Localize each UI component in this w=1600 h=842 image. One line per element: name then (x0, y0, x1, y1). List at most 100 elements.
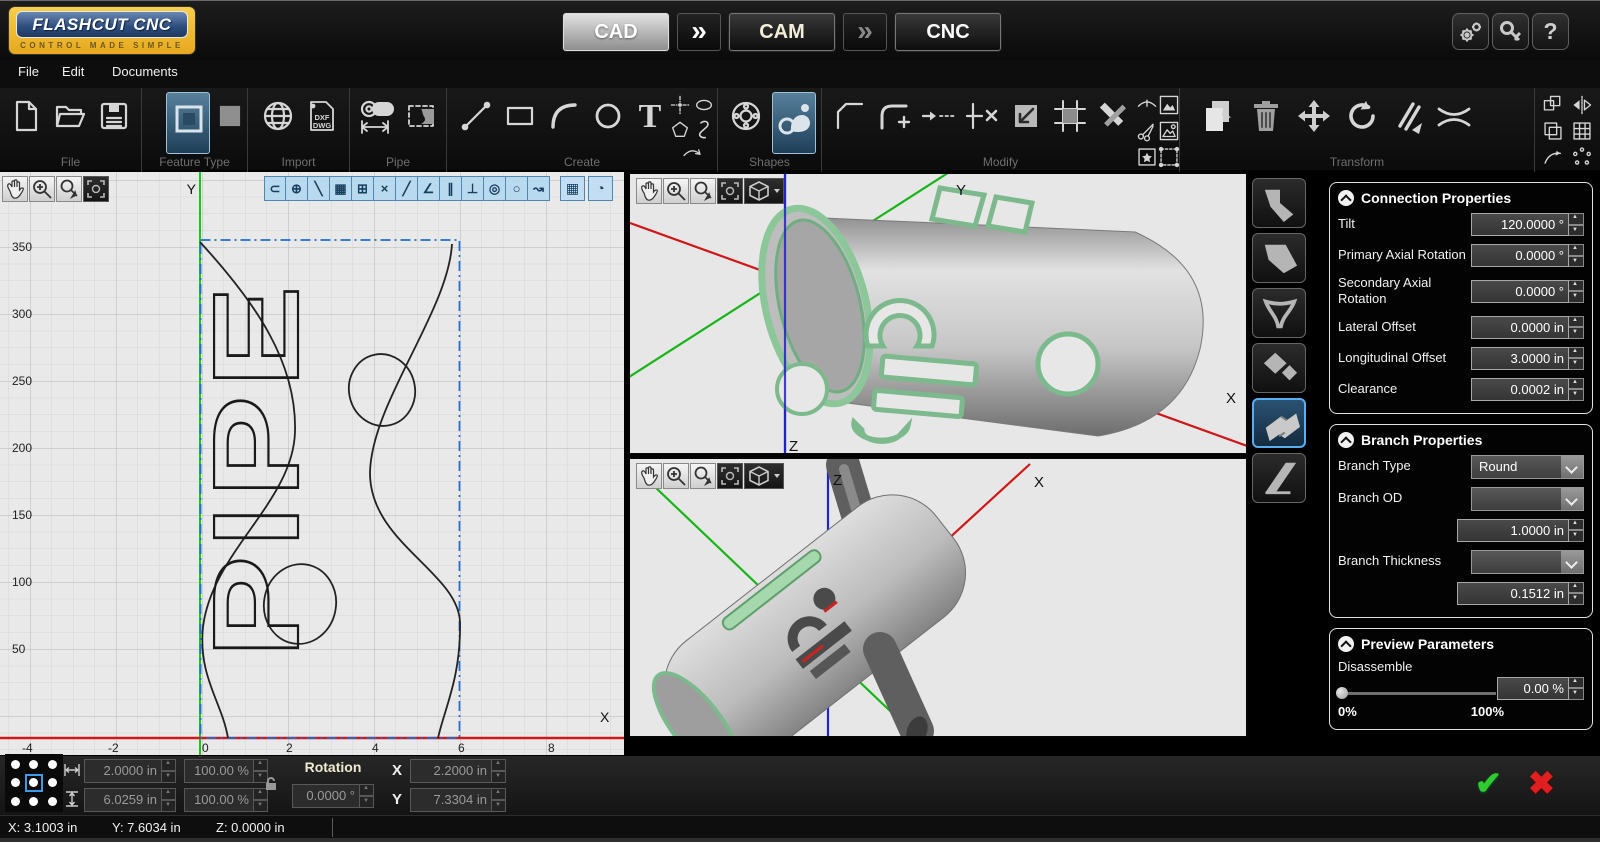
spin-buttons[interactable] (1569, 244, 1584, 267)
pan-tool-button[interactable] (636, 463, 662, 489)
connection-type-saddle-button[interactable] (1252, 288, 1306, 338)
snap-concentric-toggle[interactable]: ◎ (484, 176, 506, 201)
lock-aspect-icon[interactable] (264, 776, 278, 792)
spline-tool-icon[interactable] (693, 118, 715, 140)
move-icon[interactable] (1296, 98, 1332, 134)
spin-down-icon[interactable] (360, 796, 374, 808)
scale-tool-icon[interactable] (1008, 98, 1044, 134)
snap-intersection-toggle[interactable]: × (374, 176, 396, 201)
spin-down-icon[interactable] (254, 800, 268, 812)
cam-to-cnc-chevron-icon[interactable]: » (843, 13, 887, 51)
cnc-stage-button[interactable]: CNC (895, 13, 1001, 51)
tilt-spinner[interactable]: 120.0000 ° (1471, 213, 1584, 236)
snap-grid-plus-toggle[interactable]: ⊞ (352, 176, 374, 201)
spin-buttons[interactable] (1569, 347, 1584, 370)
field-value[interactable]: 0.1512 in (1457, 582, 1569, 605)
pan-tool-button[interactable] (636, 178, 662, 204)
cad-to-cam-chevron-icon[interactable]: » (677, 13, 721, 51)
spin-up-icon[interactable] (1569, 519, 1584, 531)
ellipse-tool-icon[interactable] (693, 94, 715, 116)
extend-tool-icon[interactable] (920, 98, 956, 134)
zoom-options-button[interactable] (690, 178, 716, 204)
text-tool-icon[interactable]: T (632, 98, 668, 134)
field-value[interactable]: 0.0000 ° (292, 784, 360, 808)
field-value[interactable]: 0.0000 ° (1471, 280, 1569, 303)
menu-file[interactable]: File (18, 64, 39, 79)
menu-documents[interactable]: Documents (112, 64, 178, 79)
field-value[interactable]: 3.0000 in (1471, 347, 1569, 370)
spin-buttons[interactable] (492, 788, 506, 812)
snap-nearest-toggle[interactable]: ╱ (396, 176, 418, 201)
field-value[interactable]: 2.0000 in (84, 759, 162, 783)
spin-down-icon[interactable] (162, 800, 176, 812)
disassemble-spinner[interactable]: 0.00 % (1497, 677, 1584, 700)
spin-down-icon[interactable] (492, 800, 506, 812)
field-value[interactable]: 100.00 % (184, 788, 254, 812)
collapse-icon[interactable] (1338, 636, 1354, 652)
rotate-icon[interactable] (1344, 98, 1380, 134)
spin-down-icon[interactable] (1569, 593, 1584, 605)
pipe-joint-shape-button[interactable] (772, 92, 816, 154)
polygon-tool-icon[interactable] (669, 118, 691, 140)
snap-parallel-toggle[interactable]: ∥ (440, 176, 462, 201)
view-orientation-button[interactable] (744, 463, 784, 489)
view-orientation-button[interactable] (744, 178, 784, 204)
mirror-icon[interactable] (1436, 98, 1472, 134)
cad-stage-button[interactable]: CAD (563, 13, 669, 51)
curve-array-icon[interactable] (1542, 146, 1564, 168)
snap-spline-toggle[interactable]: ↝ (528, 176, 550, 201)
protractor-toggle-button[interactable]: ◔ (588, 176, 613, 201)
snap-endpoint-toggle[interactable]: ╲ (308, 176, 330, 201)
spin-up-icon[interactable] (492, 788, 506, 800)
field-value[interactable]: 0.0000 in (1471, 316, 1569, 339)
delete-trash-icon[interactable] (1248, 98, 1284, 134)
anchor-center[interactable] (25, 774, 42, 791)
point-tool-icon[interactable] (669, 94, 691, 116)
spin-up-icon[interactable] (254, 759, 268, 771)
spin-up-icon[interactable] (1569, 213, 1584, 225)
anchor-bottom-right[interactable] (44, 793, 61, 810)
field-value[interactable]: 0.0000 ° (1471, 244, 1569, 267)
connection-type-miter-button[interactable] (1252, 233, 1306, 283)
spin-buttons[interactable] (1569, 213, 1584, 236)
collapse-icon[interactable] (1338, 190, 1354, 206)
zoom-region-button[interactable] (717, 178, 743, 204)
anchor-middle-right[interactable] (44, 774, 61, 791)
image-trace-tool-icon[interactable] (1158, 94, 1180, 116)
pan-tool-button[interactable] (2, 176, 28, 202)
spin-down-icon[interactable] (1569, 256, 1584, 268)
spin-up-icon[interactable] (1569, 280, 1584, 292)
pipe-cutout-icon[interactable] (404, 98, 440, 134)
anchor-bottom-left[interactable] (7, 793, 24, 810)
menu-edit[interactable]: Edit (62, 64, 84, 79)
edit-tools-icon[interactable] (1096, 98, 1132, 134)
anchor-top-left[interactable] (7, 756, 24, 773)
spin-down-icon[interactable] (1569, 291, 1584, 303)
spin-up-icon[interactable] (1569, 582, 1584, 594)
zoom-in-button[interactable] (29, 176, 55, 202)
polygon-array-icon[interactable] (1571, 146, 1593, 168)
open-file-icon[interactable] (52, 98, 88, 134)
fillet-tool-icon[interactable] (876, 98, 912, 134)
lateral-offset-spinner[interactable]: 0.0000 in (1471, 316, 1584, 339)
collapse-icon[interactable] (1338, 432, 1354, 448)
spin-down-icon[interactable] (1569, 358, 1584, 370)
license-button[interactable] (1492, 13, 1529, 50)
image-vector-tool-icon[interactable] (1158, 120, 1180, 142)
chevron-down-icon[interactable] (1561, 456, 1583, 478)
anchor-top-right[interactable] (44, 756, 61, 773)
x-position-input[interactable]: 2.2000 in (410, 759, 506, 783)
zoom-region-button[interactable] (83, 176, 109, 202)
slider-knob[interactable] (1336, 687, 1348, 699)
spin-buttons[interactable] (360, 784, 374, 808)
zoom-options-button[interactable] (56, 176, 82, 202)
trim-tool-icon[interactable] (964, 98, 1000, 134)
zoom-region-button[interactable] (717, 463, 743, 489)
zoom-in-button[interactable] (663, 178, 689, 204)
confirm-button[interactable]: ✔ (1475, 764, 1502, 802)
field-value[interactable]: 100.00 % (184, 759, 254, 783)
branch-type-dropdown[interactable]: Round (1471, 455, 1584, 479)
width-percent-input[interactable]: 100.00 % (184, 759, 268, 783)
copy-icon[interactable] (1200, 98, 1236, 134)
spin-up-icon[interactable] (162, 788, 176, 800)
